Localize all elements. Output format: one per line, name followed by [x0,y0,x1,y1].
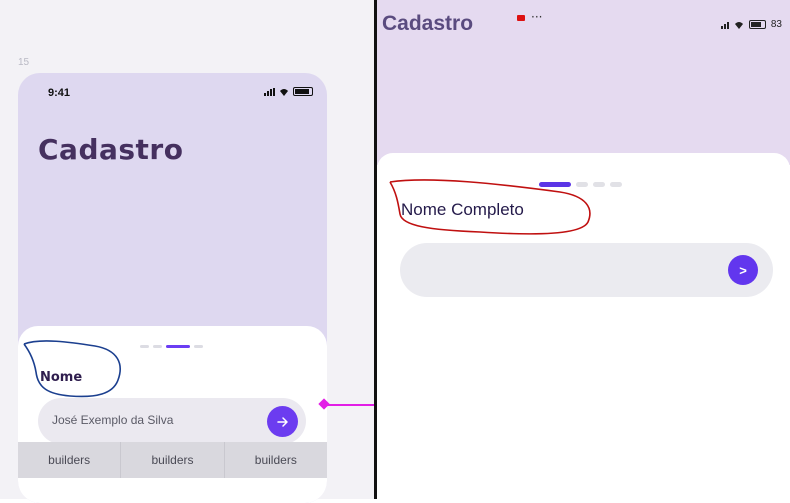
battery-icon [293,87,313,96]
next-button[interactable] [267,406,298,437]
step-dot [140,345,149,348]
name-input-value: José Exemplo da Silva [52,413,174,427]
step-dot [610,182,622,187]
step-dot [576,182,588,187]
footer-tab[interactable]: builders [18,442,122,478]
next-button[interactable]: > [728,255,758,285]
prototype-connector [324,404,378,406]
signal-icon [264,87,275,96]
step-dot [593,182,605,187]
more-icon: ··· [531,10,543,24]
footer-tabs: builders builders builders [18,442,327,478]
step-dot-active [166,345,190,348]
device-screenshot: Cadastro ··· 83 Nome Completo > [377,0,790,499]
status-time: 9:41 [48,87,71,99]
page-title: Cadastro [38,133,184,166]
step-dot [194,345,203,348]
step-dot-active [539,182,571,187]
design-mockup-phone: 9:41 Cadastro Nome José Exemplo da Silva… [18,73,327,503]
step-indicator [140,345,203,348]
recording-icon [517,15,525,21]
wifi-icon [734,21,743,29]
battery-icon [748,20,766,29]
device-bottom-sheet: Nome Completo > [377,153,790,499]
bottom-sheet: Nome José Exemplo da Silva builders buil… [18,326,327,503]
step-dot [153,345,162,348]
arrow-right-icon [276,416,288,427]
signal-icon [720,21,729,29]
battery-percent: 83 [770,19,782,30]
name-input[interactable]: José Exemplo da Silva [38,398,306,444]
device-page-title: Cadastro [382,12,474,35]
full-name-input[interactable]: > [400,243,773,297]
field-label: Nome Completo [401,200,524,219]
footer-tab[interactable]: builders [121,442,225,478]
frame-number: 15 [18,57,30,68]
field-label: Nome [40,370,83,385]
footer-tab[interactable]: builders [225,442,327,478]
step-indicator [539,182,622,187]
status-icons [264,87,313,96]
device-status-icons: 83 [720,19,782,30]
wifi-icon [280,88,288,96]
